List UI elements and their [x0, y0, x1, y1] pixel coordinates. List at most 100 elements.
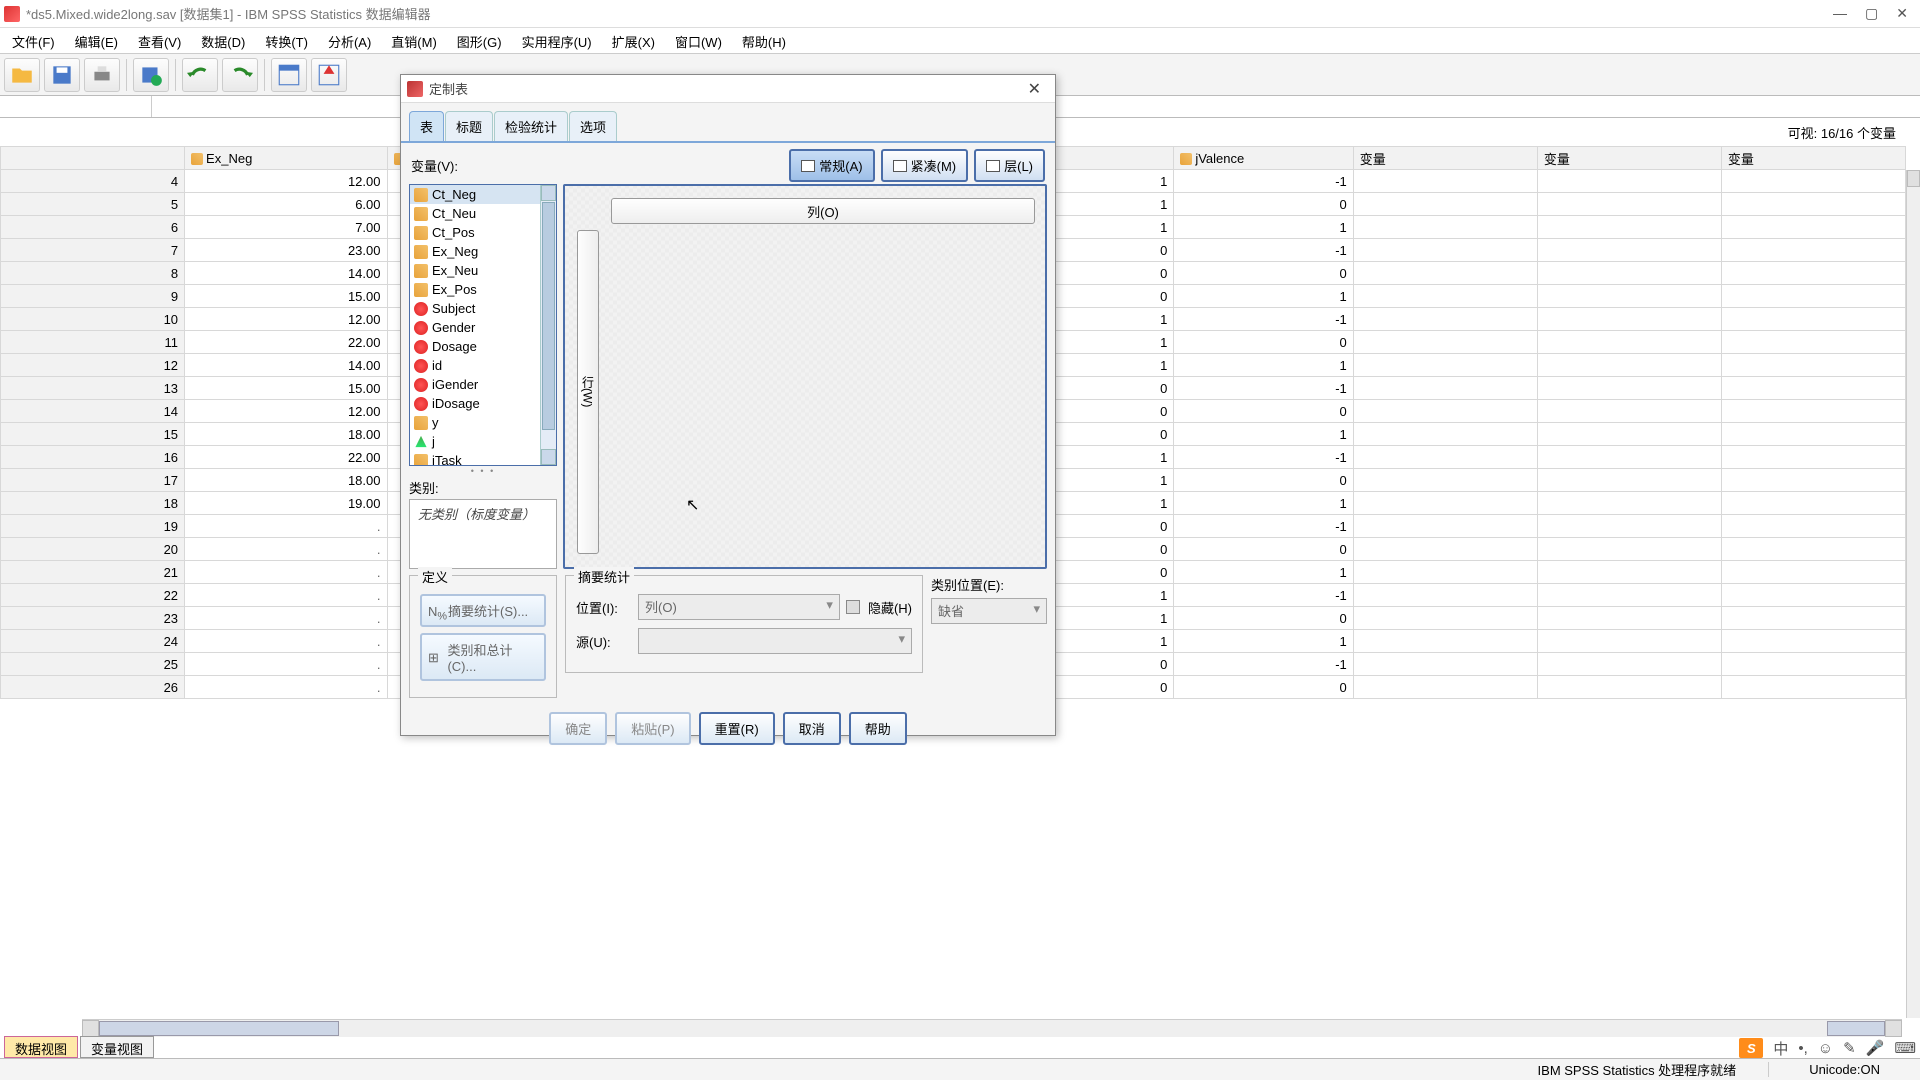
cell[interactable]: 15.00	[185, 285, 387, 308]
cell[interactable]: 14.00	[185, 354, 387, 377]
cell[interactable]: 12.00	[185, 308, 387, 331]
cell[interactable]	[1353, 285, 1537, 308]
cell[interactable]	[1353, 239, 1537, 262]
cell[interactable]	[1353, 584, 1537, 607]
variable-item[interactable]: Ex_Neu	[410, 261, 556, 280]
cell[interactable]: 1	[1174, 354, 1353, 377]
cell[interactable]	[1721, 193, 1905, 216]
open-button[interactable]	[4, 58, 40, 92]
cell[interactable]: 0	[1174, 193, 1353, 216]
cell[interactable]	[1721, 423, 1905, 446]
ime-mic-icon[interactable]: 🎤	[1866, 1039, 1885, 1057]
cell[interactable]	[1537, 193, 1721, 216]
cell[interactable]	[1353, 216, 1537, 239]
cell[interactable]	[1537, 285, 1721, 308]
cell[interactable]	[1353, 630, 1537, 653]
cell[interactable]	[1721, 653, 1905, 676]
cell[interactable]: -1	[1174, 377, 1353, 400]
cell[interactable]	[1353, 653, 1537, 676]
menu-item[interactable]: 数据(D)	[191, 28, 255, 53]
variable-item[interactable]: Ex_Neg	[410, 242, 556, 261]
cell[interactable]: 12.00	[185, 400, 387, 423]
cell[interactable]: -1	[1174, 239, 1353, 262]
cell[interactable]: 1	[1174, 216, 1353, 239]
column-header[interactable]: 变量	[1537, 147, 1721, 170]
row-number[interactable]: 15	[1, 423, 185, 446]
splitter-handle[interactable]: • • •	[409, 466, 557, 476]
cell[interactable]: .	[185, 607, 387, 630]
cell[interactable]	[1537, 584, 1721, 607]
row-number[interactable]: 4	[1, 170, 185, 193]
row-number[interactable]: 25	[1, 653, 185, 676]
cell[interactable]	[1537, 216, 1721, 239]
row-number[interactable]: 8	[1, 262, 185, 285]
row-number[interactable]: 21	[1, 561, 185, 584]
row-number[interactable]: 20	[1, 538, 185, 561]
category-position-select[interactable]: 缺省	[931, 598, 1047, 624]
cell[interactable]: .	[185, 515, 387, 538]
cell[interactable]	[1537, 538, 1721, 561]
cell[interactable]	[1353, 331, 1537, 354]
cell[interactable]	[1721, 515, 1905, 538]
reset-button[interactable]: 重置(R)	[699, 712, 775, 745]
cell[interactable]	[1721, 607, 1905, 630]
column-header[interactable]: 变量	[1721, 147, 1905, 170]
cell[interactable]: 0	[1174, 331, 1353, 354]
cell[interactable]: 1	[1174, 492, 1353, 515]
cell[interactable]	[1353, 492, 1537, 515]
cell[interactable]	[1721, 630, 1905, 653]
scroll-thumb-right[interactable]	[1827, 1021, 1885, 1036]
ime-lang[interactable]: 中	[1773, 1038, 1788, 1059]
goto-variable-button[interactable]	[311, 58, 347, 92]
compact-view-button[interactable]: 紧凑(M)	[881, 149, 969, 182]
save-button[interactable]	[44, 58, 80, 92]
variable-item[interactable]: Ct_Pos	[410, 223, 556, 242]
cell[interactable]	[1721, 492, 1905, 515]
ime-handwrite-icon[interactable]: ✎	[1843, 1039, 1856, 1057]
cell[interactable]: 0	[1174, 607, 1353, 630]
cell[interactable]: 1	[1174, 630, 1353, 653]
cell[interactable]: 19.00	[185, 492, 387, 515]
cell[interactable]	[1537, 446, 1721, 469]
cell[interactable]	[1537, 469, 1721, 492]
cell[interactable]	[1353, 308, 1537, 331]
row-number[interactable]: 13	[1, 377, 185, 400]
menu-item[interactable]: 编辑(E)	[65, 28, 128, 53]
cell[interactable]	[1721, 377, 1905, 400]
recall-dialog-button[interactable]	[133, 58, 169, 92]
cell[interactable]	[1537, 377, 1721, 400]
dialog-tab[interactable]: 选项	[569, 111, 617, 141]
cell[interactable]	[1353, 354, 1537, 377]
row-number[interactable]: 11	[1, 331, 185, 354]
cell[interactable]: 18.00	[185, 423, 387, 446]
cell[interactable]: .	[185, 630, 387, 653]
cell[interactable]	[1721, 446, 1905, 469]
print-button[interactable]	[84, 58, 120, 92]
cell[interactable]	[1537, 308, 1721, 331]
cell[interactable]: 14.00	[185, 262, 387, 285]
row-number[interactable]: 18	[1, 492, 185, 515]
variable-item[interactable]: Gender	[410, 318, 556, 337]
variable-item[interactable]: Ex_Pos	[410, 280, 556, 299]
cell[interactable]: -1	[1174, 170, 1353, 193]
cell[interactable]: 7.00	[185, 216, 387, 239]
menu-item[interactable]: 文件(F)	[2, 28, 65, 53]
cell[interactable]: .	[185, 584, 387, 607]
cell[interactable]	[1721, 676, 1905, 699]
scroll-right-button[interactable]	[1885, 1020, 1902, 1037]
dialog-tab[interactable]: 检验统计	[494, 111, 568, 141]
hide-checkbox[interactable]	[846, 600, 860, 614]
dialog-tab[interactable]: 表	[409, 111, 444, 141]
cell[interactable]: 1	[1174, 285, 1353, 308]
cell[interactable]	[1353, 515, 1537, 538]
column-header[interactable]: jValence	[1174, 147, 1353, 170]
maximize-button[interactable]: ▢	[1865, 5, 1878, 22]
row-number[interactable]: 10	[1, 308, 185, 331]
cell[interactable]	[1721, 170, 1905, 193]
variable-view-tab[interactable]: 变量视图	[80, 1036, 154, 1058]
variables-list[interactable]: Ct_NegCt_NeuCt_PosEx_NegEx_NeuEx_PosSubj…	[409, 184, 557, 466]
cell[interactable]: .	[185, 653, 387, 676]
variable-item[interactable]: Ct_Neu	[410, 204, 556, 223]
cell[interactable]	[1353, 469, 1537, 492]
dialog-tab[interactable]: 标题	[445, 111, 493, 141]
